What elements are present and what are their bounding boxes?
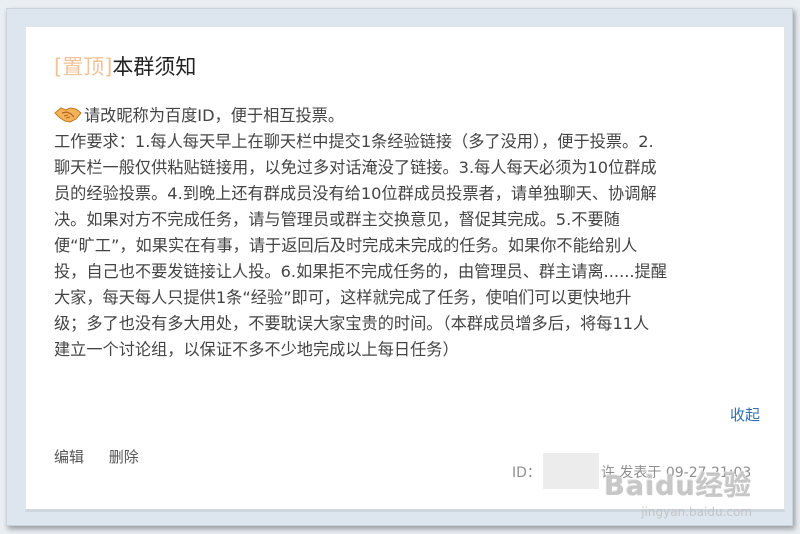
meta-id-label: ID： [512,465,541,481]
post-title: [置顶]本群须知 [54,53,196,81]
post-body: 请改昵称为百度ID，便于相互投票。 工作要求：1.每人每天早上在聊天栏中提交1条… [54,103,768,363]
collapse-link[interactable]: 收起 [730,404,760,425]
post-line-10: 建立一个讨论组，以保证不多不少地完成以上每日任务） [54,340,459,359]
post-line-5: 决。如果对方不完成任务，请与管理员或群主交换意见，督促其完成。5.不要随 [54,210,620,229]
post-line-9: 级；多了也没有多大用处，不要耽误大家宝贵的时间。（本群成员增多后，将每11人 [54,314,650,333]
post-line-3: 聊天栏一般仅供粘贴链接用，以免过多对话淹没了链接。3.每人每天必须为10位群成 [54,158,657,177]
post-line-7: 投，自己也不要发链接让人投。6.如果拒不完成任务的，由管理员、群主请离.....… [54,262,667,281]
notice-card: [置顶]本群须知 请改昵称为百度ID，便于相互投票。 工作要求：1.每人每天早上… [25,26,785,512]
redacted-author [542,453,599,489]
watermark-url: jingyan.baidu.com [641,505,752,519]
post-line-text: 请改昵称为百度ID，便于相互投票。 [84,106,345,125]
post-line-1: 请改昵称为百度ID，便于相互投票。 [54,103,768,129]
screenshot-frame: [置顶]本群须知 请改昵称为百度ID，便于相互投票。 工作要求：1.每人每天早上… [6,8,793,526]
post-line-8: 大家，每天每人只提供1条“经验”即可，这样就完成了任务，使咱们可以更快地升 [54,288,632,307]
handshake-icon [54,104,82,124]
delete-button[interactable]: 删除 [109,448,139,466]
post-line-6: 便“旷工”，如果实在有事，请于返回后及时完成未完成的任务。如果你不能给别人 [54,236,638,255]
edit-button[interactable]: 编辑 [54,448,84,466]
post-line-4: 员的经验投票。4.到晚上还有群成员没有给10位群成员投票者，请单独聊天、协调解 [54,184,657,203]
post-actions: 编辑 删除 [54,446,159,467]
baidu-watermark: Baidu经验 jingyan.baidu.com [604,464,752,519]
post-title-text: 本群须知 [112,55,197,79]
watermark-logo: Baidu经验 [604,471,752,502]
pinned-tag: [置顶] [54,55,113,79]
post-line-2: 工作要求：1.每人每天早上在聊天栏中提交1条经验链接（多了没用），便于投票。2. [54,132,654,151]
